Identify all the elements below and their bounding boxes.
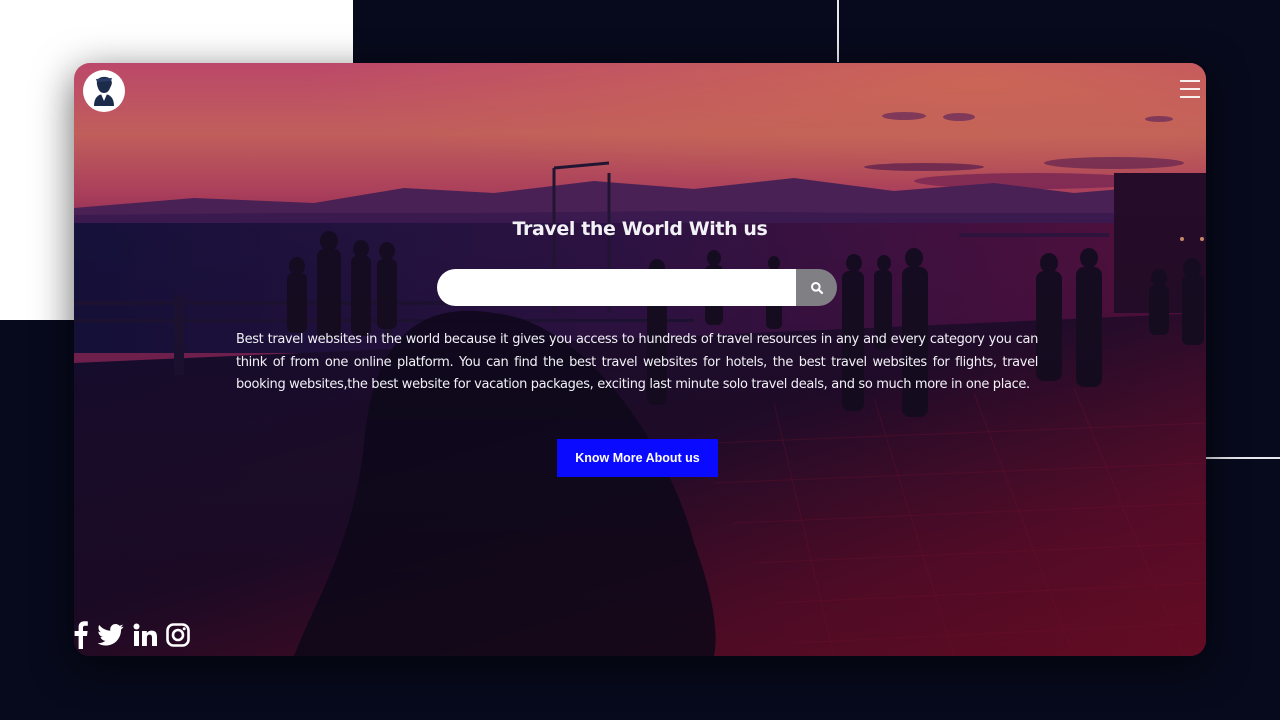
search-bar [437, 269, 837, 306]
hero-card: Travel the World With us Best travel web… [74, 63, 1206, 656]
know-more-button[interactable]: Know More About us [557, 439, 718, 477]
search-input[interactable] [437, 269, 796, 306]
menu-bar [1180, 88, 1200, 90]
social-links [74, 620, 190, 650]
search-icon [810, 281, 823, 294]
hamburger-menu-icon[interactable] [1180, 80, 1202, 100]
linkedin-icon[interactable] [133, 620, 157, 650]
decorative-line-top [837, 0, 839, 62]
instagram-icon[interactable] [166, 620, 190, 650]
menu-bar [1180, 96, 1200, 98]
menu-bar [1180, 80, 1200, 82]
hero-description: Best travel websites in the world becaus… [236, 332, 1038, 392]
decorative-line-right [1206, 457, 1280, 459]
brand-logo[interactable] [83, 70, 125, 112]
page: Travel the World With us Best travel web… [0, 0, 1280, 720]
twitter-icon[interactable] [97, 620, 124, 650]
hero-title: Travel the World With us [512, 218, 768, 240]
traveler-portrait-icon [94, 76, 114, 106]
facebook-icon[interactable] [74, 620, 88, 650]
search-button[interactable] [796, 269, 837, 306]
